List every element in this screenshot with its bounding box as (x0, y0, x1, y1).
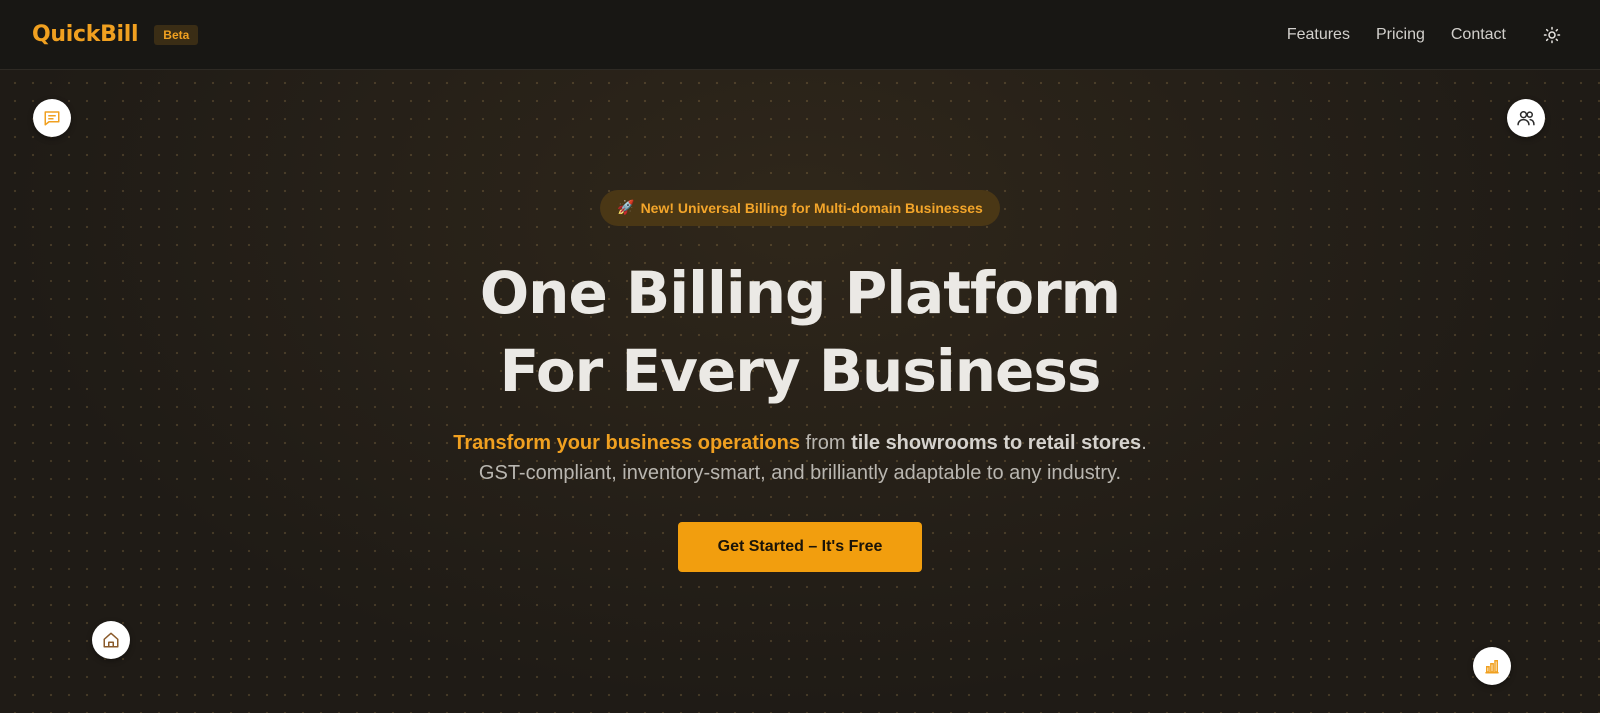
nav-link-features[interactable]: Features (1287, 26, 1350, 44)
rocket-icon: 🚀 (617, 200, 635, 216)
top-navbar: QuickBill Beta Features Pricing Contact (0, 0, 1600, 70)
sun-icon (1543, 26, 1561, 43)
subtitle-highlight: Transform your business operations (453, 432, 800, 454)
get-started-button[interactable]: Get Started – It's Free (678, 522, 922, 572)
subtitle-from: from (805, 432, 846, 454)
headline-line-2: For Every Business (499, 337, 1102, 405)
floating-chart-badge (1473, 647, 1511, 685)
hero-subtitle: Transform your business operations from … (450, 428, 1150, 488)
nav-link-contact[interactable]: Contact (1451, 26, 1506, 44)
theme-toggle-button[interactable] (1540, 23, 1564, 47)
announcement-pill[interactable]: 🚀 New! Universal Billing for Multi-domai… (600, 190, 1000, 226)
floating-home-badge (92, 621, 130, 659)
subtitle-strong: tile showrooms to retail stores (851, 432, 1142, 454)
subtitle-period: . (1141, 432, 1147, 454)
logo[interactable]: QuickBill (32, 22, 139, 47)
hero-headline: One Billing Platform For Every Business (0, 254, 1600, 410)
home-icon (103, 632, 119, 648)
subtitle-line-2: GST-compliant, inventory-smart, and bril… (478, 462, 1122, 484)
beta-badge: Beta (154, 24, 199, 45)
bar-chart-icon (1485, 660, 1499, 674)
nav-link-pricing[interactable]: Pricing (1376, 26, 1425, 44)
headline-line-1: One Billing Platform (479, 259, 1121, 327)
landing-page: QuickBill Beta Features Pricing Contact (0, 0, 1600, 713)
hero-section: 🚀 New! Universal Billing for Multi-domai… (0, 70, 1600, 572)
main-nav: Features Pricing Contact (1261, 23, 1568, 47)
announcement-text: New! Universal Billing for Multi-domain … (640, 200, 983, 216)
